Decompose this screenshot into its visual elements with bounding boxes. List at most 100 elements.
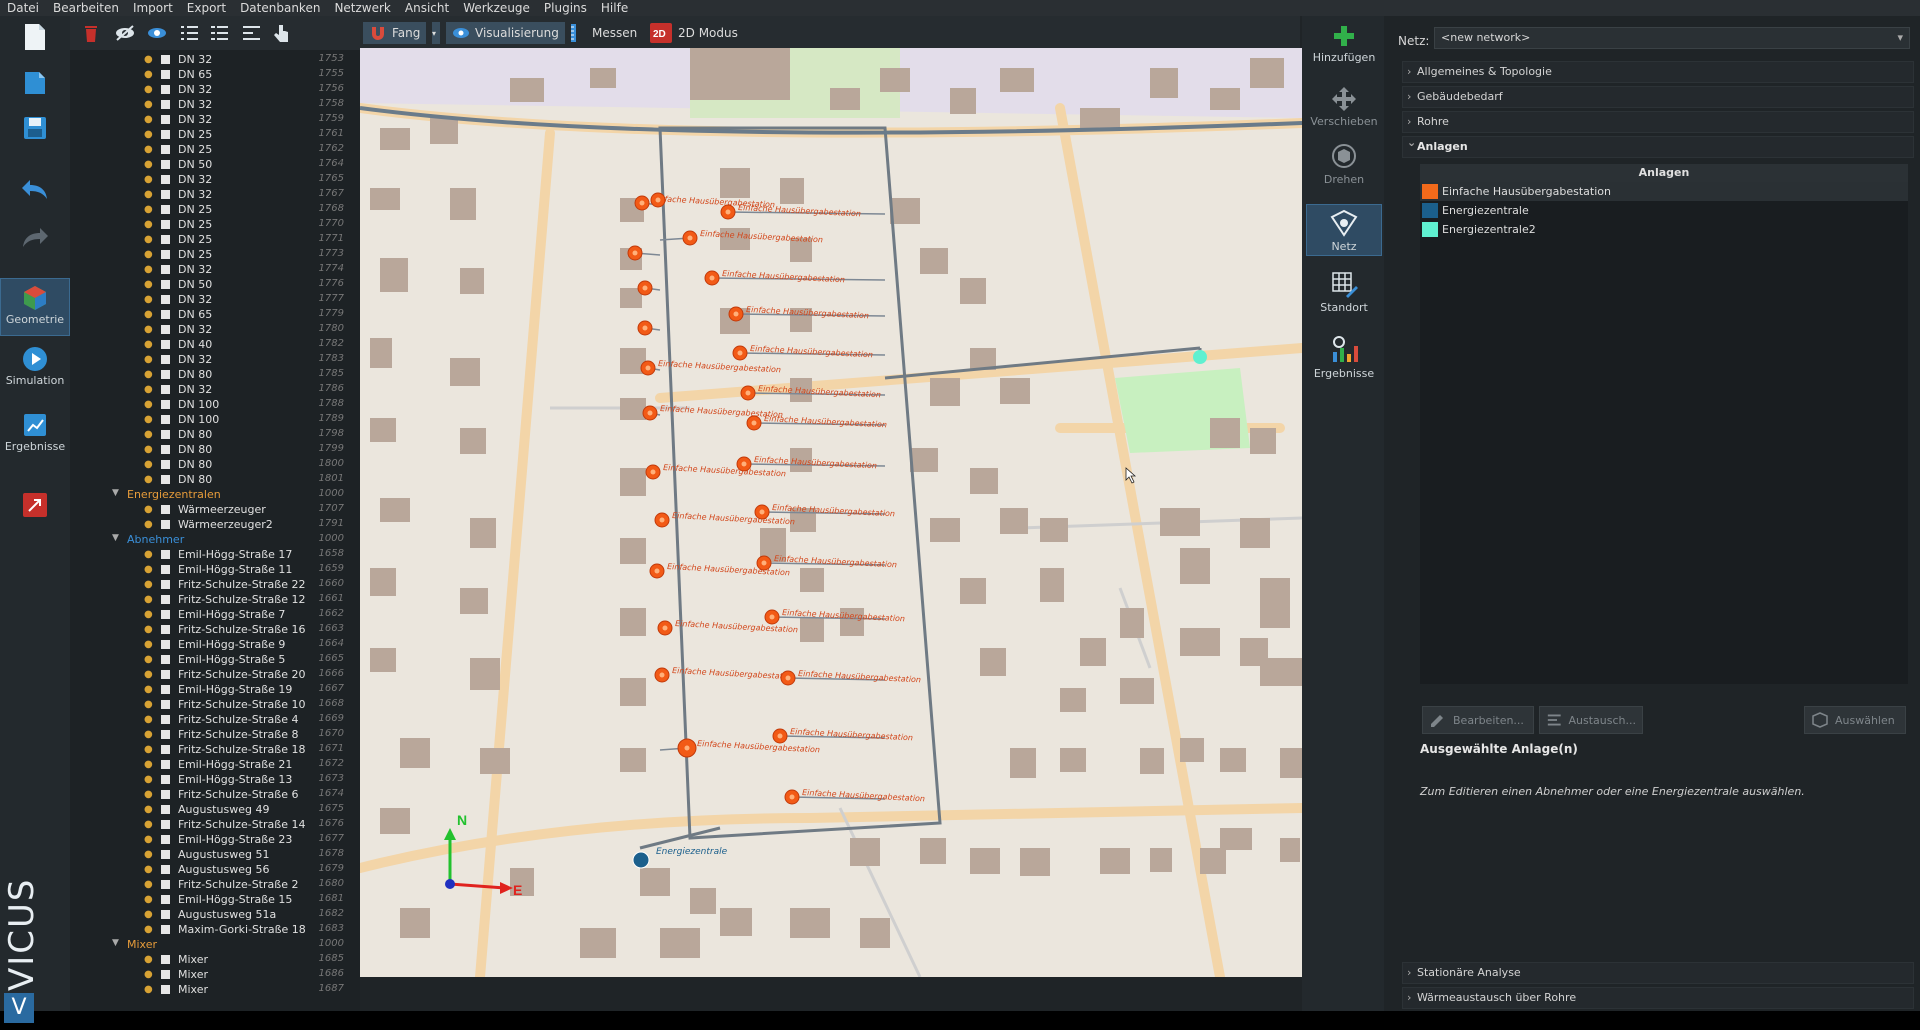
visibility-checkbox[interactable] xyxy=(161,175,170,184)
lightbulb-icon[interactable]: ● xyxy=(144,84,153,95)
lightbulb-icon[interactable]: ● xyxy=(144,504,153,515)
lightbulb-icon[interactable]: ● xyxy=(144,474,153,485)
lightbulb-icon[interactable]: ● xyxy=(144,684,153,695)
lightbulb-icon[interactable]: ● xyxy=(144,204,153,215)
redo-button[interactable] xyxy=(0,224,70,250)
menu-plugins[interactable]: Plugins xyxy=(537,1,594,15)
lightbulb-icon[interactable]: ● xyxy=(144,129,153,140)
tree-item[interactable]: ● Fritz-Schulze-Straße 4 1669 xyxy=(70,712,348,727)
visibility-checkbox[interactable] xyxy=(161,775,170,784)
2d-mode-button[interactable]: 2D 2D Modus xyxy=(650,22,738,44)
tree-item[interactable]: ● Emil-Högg-Straße 9 1664 xyxy=(70,637,348,652)
visibility-checkbox[interactable] xyxy=(161,625,170,634)
visibility-checkbox[interactable] xyxy=(161,805,170,814)
menu-ansicht[interactable]: Ansicht xyxy=(398,1,456,15)
tree-item[interactable]: ● DN 25 1771 xyxy=(70,232,348,247)
tree-item[interactable]: ● DN 80 1798 xyxy=(70,427,348,442)
tree-item[interactable]: ● Wärmeerzeuger2 1791 xyxy=(70,517,348,532)
visibility-checkbox[interactable] xyxy=(161,280,170,289)
lightbulb-icon[interactable]: ● xyxy=(144,774,153,785)
menu-datenbanken[interactable]: Datenbanken xyxy=(233,1,327,15)
tree-item[interactable]: ● Fritz-Schulze-Straße 10 1668 xyxy=(70,697,348,712)
visibility-checkbox[interactable] xyxy=(161,70,170,79)
lightbulb-icon[interactable]: ● xyxy=(144,369,153,380)
visibility-checkbox[interactable] xyxy=(161,790,170,799)
lightbulb-icon[interactable]: ● xyxy=(144,144,153,155)
visibility-checkbox[interactable] xyxy=(161,850,170,859)
lightbulb-icon[interactable]: ● xyxy=(144,849,153,860)
visibility-checkbox[interactable] xyxy=(161,610,170,619)
visibility-checkbox[interactable] xyxy=(161,400,170,409)
tree-item[interactable]: ● DN 50 1776 xyxy=(70,277,348,292)
deselect-list-icon[interactable] xyxy=(208,22,230,44)
tree-item[interactable]: ● Mixer 1685 xyxy=(70,952,348,967)
lightbulb-icon[interactable]: ● xyxy=(144,894,153,905)
visibility-checkbox[interactable] xyxy=(161,415,170,424)
visibility-checkbox[interactable] xyxy=(161,865,170,874)
network-button[interactable]: Netz xyxy=(1306,204,1382,256)
tree-item[interactable]: ● Emil-Högg-Straße 23 1677 xyxy=(70,832,348,847)
visibility-checkbox[interactable] xyxy=(161,265,170,274)
chevron-down-icon[interactable]: ▼ xyxy=(112,488,119,498)
visibility-checkbox[interactable] xyxy=(161,505,170,514)
tree-item[interactable]: ● DN 50 1764 xyxy=(70,157,348,172)
tree-group-mixer[interactable]: ▼ Mixer 1000 xyxy=(70,937,348,952)
visibility-checkbox[interactable] xyxy=(161,835,170,844)
visibility-checkbox[interactable] xyxy=(161,550,170,559)
lightbulb-icon[interactable]: ● xyxy=(144,189,153,200)
menu-hilfe[interactable]: Hilfe xyxy=(594,1,635,15)
plant-row[interactable]: Energiezentrale2 xyxy=(1420,220,1908,239)
lightbulb-icon[interactable]: ● xyxy=(144,564,153,575)
tree-item[interactable]: ● DN 32 1780 xyxy=(70,322,348,337)
lightbulb-icon[interactable]: ● xyxy=(144,609,153,620)
visualization-toggle[interactable]: Visualisierung xyxy=(446,22,565,44)
tree-item[interactable]: ● DN 32 1767 xyxy=(70,187,348,202)
section-plants[interactable]: Anlagen xyxy=(1402,133,1914,158)
lightbulb-icon[interactable]: ● xyxy=(144,969,153,980)
tree-item[interactable]: ● DN 25 1762 xyxy=(70,142,348,157)
snap-options-dropdown[interactable]: ▾ xyxy=(432,22,440,44)
tree-item[interactable]: ● DN 32 1765 xyxy=(70,172,348,187)
visibility-checkbox[interactable] xyxy=(161,715,170,724)
tree-item[interactable]: ● Emil-Högg-Straße 15 1681 xyxy=(70,892,348,907)
lightbulb-icon[interactable]: ● xyxy=(144,654,153,665)
tree-item[interactable]: ● Fritz-Schulze-Straße 16 1663 xyxy=(70,622,348,637)
tree-item[interactable]: ● Emil-Högg-Straße 5 1665 xyxy=(70,652,348,667)
lightbulb-icon[interactable]: ● xyxy=(144,429,153,440)
lightbulb-icon[interactable]: ● xyxy=(144,624,153,635)
tree-item[interactable]: ● DN 32 1758 xyxy=(70,97,348,112)
lightbulb-icon[interactable]: ● xyxy=(144,729,153,740)
lightbulb-icon[interactable]: ● xyxy=(144,909,153,920)
hide-eye-icon[interactable] xyxy=(114,22,136,44)
lightbulb-icon[interactable]: ● xyxy=(144,294,153,305)
export-button[interactable] xyxy=(0,490,70,520)
lightbulb-icon[interactable]: ● xyxy=(144,339,153,350)
visibility-checkbox[interactable] xyxy=(161,385,170,394)
tree-item[interactable]: ● DN 32 1777 xyxy=(70,292,348,307)
tree-item[interactable]: ● Fritz-Schulze-Straße 18 1671 xyxy=(70,742,348,757)
plant-row[interactable]: Einfache Hausübergabestation xyxy=(1420,182,1908,201)
edit-plant-button[interactable]: Bearbeiten... xyxy=(1422,706,1534,734)
lightbulb-icon[interactable]: ● xyxy=(144,594,153,605)
menu-datei[interactable]: Datei xyxy=(0,1,46,15)
lightbulb-icon[interactable]: ● xyxy=(144,549,153,560)
visibility-checkbox[interactable] xyxy=(161,355,170,364)
lightbulb-icon[interactable]: ● xyxy=(144,669,153,680)
visibility-checkbox[interactable] xyxy=(161,520,170,529)
tree-item[interactable]: ● DN 32 1774 xyxy=(70,262,348,277)
visibility-checkbox[interactable] xyxy=(161,955,170,964)
lightbulb-icon[interactable]: ● xyxy=(144,714,153,725)
lightbulb-icon[interactable]: ● xyxy=(144,324,153,335)
save-button[interactable] xyxy=(0,114,70,142)
lightbulb-icon[interactable]: ● xyxy=(144,99,153,110)
lightbulb-icon[interactable]: ● xyxy=(144,219,153,230)
tree-item[interactable]: ● Fritz-Schulze-Straße 20 1666 xyxy=(70,667,348,682)
chevron-down-icon[interactable]: ▼ xyxy=(112,938,119,948)
visibility-checkbox[interactable] xyxy=(161,160,170,169)
visibility-checkbox[interactable] xyxy=(161,670,170,679)
tree-item[interactable]: ● Mixer 1687 xyxy=(70,982,348,997)
plant-row[interactable]: Energiezentrale xyxy=(1420,201,1908,220)
open-file-button[interactable] xyxy=(0,68,70,96)
lightbulb-icon[interactable]: ● xyxy=(144,519,153,530)
tree-group-consumers[interactable]: ▼ Abnehmer 1000 xyxy=(70,532,348,547)
